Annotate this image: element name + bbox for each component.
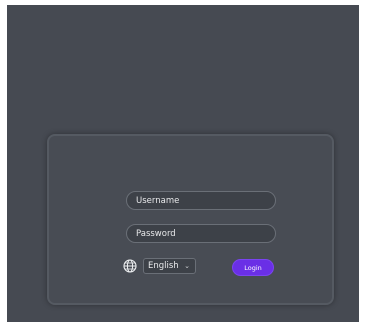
language-select[interactable]: English ⌄	[143, 258, 196, 274]
login-button[interactable]: Login	[232, 259, 274, 276]
app-background: Username Password English ⌄ Login	[7, 5, 359, 322]
username-input[interactable]: Username	[126, 191, 276, 210]
globe-icon	[122, 259, 137, 274]
chevron-down-icon: ⌄	[184, 262, 190, 270]
password-placeholder: Password	[136, 228, 176, 239]
login-button-label: Login	[244, 263, 262, 272]
password-input[interactable]: Password	[126, 224, 276, 243]
language-selected: English	[148, 261, 179, 271]
language-row: English ⌄	[122, 257, 196, 275]
username-placeholder: Username	[136, 195, 180, 206]
login-panel: Username Password English ⌄ Login	[47, 134, 334, 305]
